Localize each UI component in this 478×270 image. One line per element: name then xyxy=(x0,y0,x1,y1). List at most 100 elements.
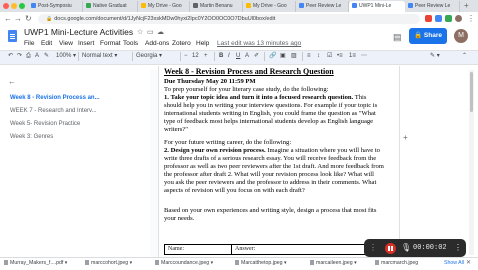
more-icon[interactable]: ⋯ xyxy=(361,52,367,61)
menu-format[interactable]: Format xyxy=(100,40,121,47)
minimize-window-icon[interactable] xyxy=(11,3,17,9)
browser-tab[interactable]: Post-Symposiu xyxy=(28,1,83,12)
font-size-decrease-icon[interactable]: − xyxy=(184,52,188,61)
stop-recording-button[interactable] xyxy=(385,243,396,254)
outline-item[interactable]: WEEK 7 - Research and Interv... xyxy=(10,108,97,114)
back-icon[interactable]: ← xyxy=(4,14,12,24)
avatar[interactable]: M xyxy=(454,29,468,43)
browser-tab[interactable]: Native Graduat xyxy=(83,1,138,12)
download-item[interactable]: marccohort.jpeg ▾ xyxy=(85,260,132,266)
drive-favicon-icon xyxy=(246,3,251,9)
align-icon[interactable]: ≡ xyxy=(307,52,311,61)
profile-icon[interactable] xyxy=(455,15,462,22)
more-options-icon[interactable]: ⋮ xyxy=(454,243,462,252)
paint-format-icon[interactable]: ✎ xyxy=(44,52,49,61)
font-size-increase-icon[interactable]: + xyxy=(204,52,208,61)
step-2-intro: For your future writing career, do the f… xyxy=(164,139,292,146)
link-icon[interactable]: 🔗 xyxy=(269,52,276,61)
download-item[interactable]: Murray_Makers_f....pdf ▾ xyxy=(4,260,67,266)
outline-item[interactable]: Week 8 - Revision Process an... xyxy=(10,95,100,101)
numbered-list-icon[interactable]: 1≡ xyxy=(349,52,356,61)
docs-favicon-icon xyxy=(352,3,357,9)
add-icon[interactable]: + xyxy=(403,133,408,142)
font-size-field[interactable]: 12 xyxy=(192,52,199,61)
italic-icon[interactable]: I xyxy=(228,52,230,61)
style-select[interactable]: Normal text ▾ xyxy=(82,52,117,61)
collapse-menus-icon[interactable]: ⌃ xyxy=(462,52,467,61)
editing-mode-icon[interactable]: ✎ ▾ xyxy=(430,52,440,61)
docs-favicon-icon xyxy=(31,3,36,9)
browser-tab[interactable]: My Drive - Goo xyxy=(138,1,190,12)
docs-favicon-icon xyxy=(408,3,413,9)
menu-view[interactable]: View xyxy=(59,40,73,47)
close-icon[interactable]: ✕ xyxy=(466,259,471,266)
forward-icon[interactable]: → xyxy=(14,14,22,24)
browser-tab[interactable]: Peer Review Le xyxy=(405,1,460,12)
highlight-icon[interactable]: ✐ xyxy=(254,52,259,61)
underline-icon[interactable]: U xyxy=(236,52,240,61)
bullet-list-icon[interactable]: •≡ xyxy=(337,52,343,61)
download-item[interactable]: Marccoundance.jpeg ▾ xyxy=(155,260,213,266)
toolbar-divider xyxy=(214,52,215,61)
star-icon[interactable]: ☆ xyxy=(137,28,143,36)
microphone-icon[interactable]: 🎙 xyxy=(401,243,411,252)
download-item[interactable]: marcmarch.jpeg xyxy=(375,260,418,266)
line-spacing-icon[interactable]: ↕ xyxy=(317,52,320,61)
scrollbar-thumb[interactable] xyxy=(470,72,473,112)
outline-item[interactable]: Week 3: Genres xyxy=(10,134,53,140)
last-edit-link[interactable]: Last edit was 13 minutes ago xyxy=(217,40,301,47)
menu-edit[interactable]: Edit xyxy=(41,40,52,47)
text-color-icon[interactable]: A xyxy=(245,52,249,61)
file-icon xyxy=(235,260,239,266)
undo-icon[interactable]: ↶ xyxy=(8,52,13,61)
google-docs-logo-icon[interactable] xyxy=(8,30,17,42)
browser-tab[interactable]: My Drive - Goo xyxy=(243,1,296,12)
toolbar-divider xyxy=(180,52,181,61)
url-field[interactable]: 🔒 docs.google.com/document/d/1JyNcjF23xsk… xyxy=(38,14,420,24)
print-icon[interactable]: ⎙ xyxy=(26,52,31,61)
show-all-downloads-link[interactable]: Show All xyxy=(444,260,464,266)
menu-file[interactable]: File xyxy=(24,40,34,47)
browser-tab-active[interactable]: UWP1 Mini-Le xyxy=(349,1,405,12)
answer-table[interactable]: Name: Answer: xyxy=(164,244,386,255)
spellcheck-icon[interactable]: A xyxy=(35,52,39,61)
menu-help[interactable]: Help xyxy=(196,40,209,47)
document-title[interactable]: UWP1 Mini-Lecture Activities xyxy=(24,27,133,37)
extension-icon[interactable] xyxy=(425,15,432,22)
file-icon xyxy=(310,260,314,266)
comments-icon[interactable]: ▤ xyxy=(393,32,402,43)
reload-icon[interactable]: ↻ xyxy=(25,14,32,24)
outline-item[interactable]: Week 5- Revision Practice xyxy=(10,121,80,127)
cloud-saved-icon[interactable]: ☁ xyxy=(157,28,164,36)
close-window-icon[interactable] xyxy=(3,3,9,9)
menu-zotero[interactable]: Zotero xyxy=(172,40,191,47)
extension-icon[interactable] xyxy=(445,15,452,22)
bold-icon[interactable]: B xyxy=(219,52,223,61)
new-tab-icon[interactable]: + xyxy=(464,1,469,10)
font-select[interactable]: Georgia ▾ xyxy=(136,52,162,61)
browser-tab[interactable]: Peer Review Le xyxy=(296,1,349,12)
download-item[interactable]: marcaileen.jpeg ▾ xyxy=(310,260,357,266)
browser-tab-bar: Post-Symposiu Native Graduat My Drive - … xyxy=(0,0,478,12)
share-button[interactable]: 🔒 Share xyxy=(409,28,447,44)
menu-insert[interactable]: Insert xyxy=(78,40,94,47)
extension-icon[interactable] xyxy=(435,15,442,22)
maximize-window-icon[interactable] xyxy=(19,3,25,9)
image-icon[interactable]: ▨ xyxy=(291,52,297,61)
menu-tools[interactable]: Tools xyxy=(123,40,138,47)
checklist-icon[interactable]: ☑ xyxy=(327,52,332,61)
comment-add-icon[interactable]: ▣ xyxy=(280,52,286,61)
browser-tab[interactable]: Martin Benanu xyxy=(190,1,243,12)
zoom-select[interactable]: 100% ▾ xyxy=(56,52,76,61)
menu-add-ons[interactable]: Add-ons xyxy=(145,40,169,47)
intro-text: To prep yourself for your literary case … xyxy=(164,86,329,93)
move-folder-icon[interactable]: ▭ xyxy=(147,28,154,36)
lock-icon: 🔒 xyxy=(46,16,53,22)
redo-icon[interactable]: ↷ xyxy=(17,52,22,61)
drag-handle-icon[interactable]: ⋮ xyxy=(369,243,377,252)
table-divider xyxy=(231,245,232,254)
close-outline-icon[interactable]: ← xyxy=(8,77,16,86)
browser-menu-icon[interactable]: ⋮ xyxy=(467,14,475,24)
download-item[interactable]: Marcatthetop.jpeg ▾ xyxy=(235,260,287,266)
address-bar-row: ← → ↻ 🔒 docs.google.com/document/d/1JyNcj… xyxy=(0,12,478,27)
